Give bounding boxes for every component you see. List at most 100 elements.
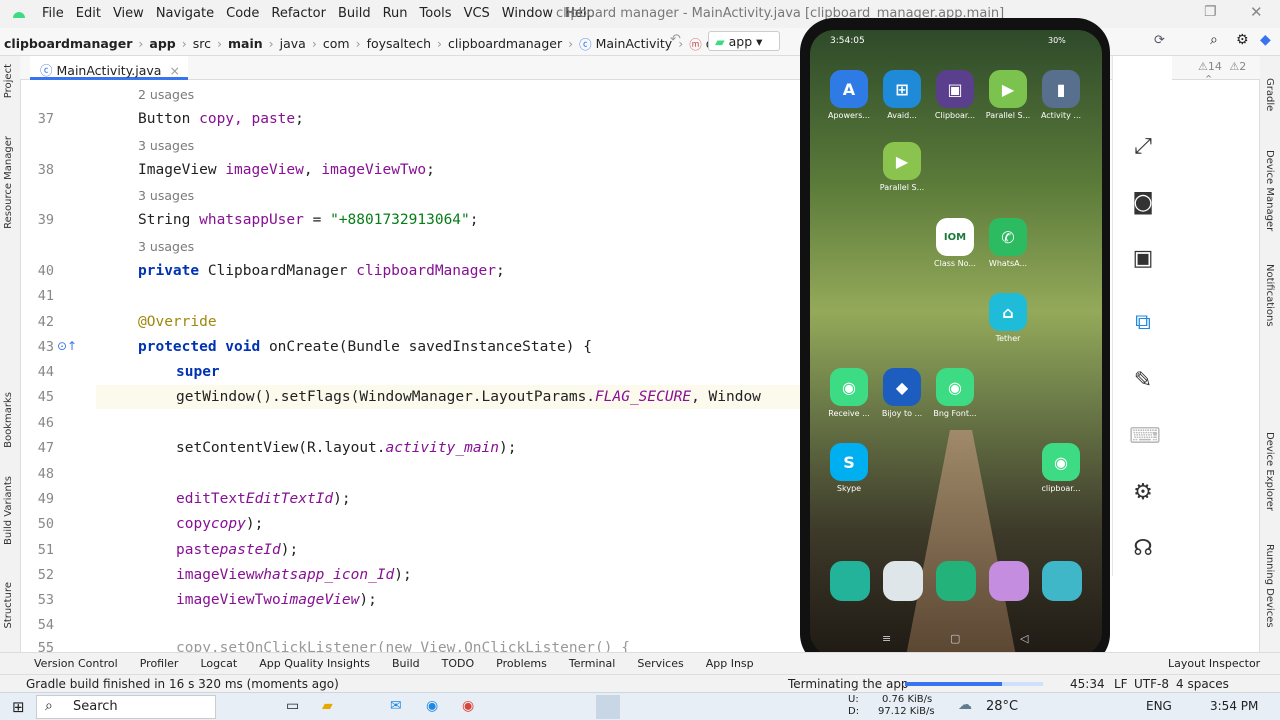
run-config-selector[interactable]: ▰ app ▾: [708, 31, 780, 51]
crumb-main[interactable]: main: [228, 36, 263, 51]
gear-icon[interactable]: ⚙: [1129, 480, 1157, 508]
app-receive[interactable]: ◉ Receive ...: [820, 368, 878, 418]
terminal-tool[interactable]: Terminal: [569, 657, 616, 670]
app-whatsapp[interactable]: ✆ WhatsA...: [979, 218, 1037, 268]
search-icon[interactable]: ⌕: [1210, 32, 1218, 48]
phone-screen[interactable]: 3:54:05 30% A Apowers... ⊞ Avaid... ▣ Clipb…: [810, 30, 1102, 656]
windows-start-icon[interactable]: ⊞: [12, 698, 25, 716]
camera-icon[interactable]: ◙: [1129, 190, 1157, 218]
nav-home-icon[interactable]: ▢: [950, 632, 960, 645]
nav-menu-icon[interactable]: ≡: [882, 632, 891, 645]
screen-record-icon[interactable]: ▣: [1129, 246, 1157, 274]
bookmarks-tool[interactable]: Bookmarks: [3, 392, 14, 448]
menu-view[interactable]: View: [113, 6, 144, 21]
usage-hint[interactable]: 3 usages: [138, 138, 194, 153]
keyboard-icon[interactable]: ⌨: [1129, 424, 1161, 452]
crumb-class[interactable]: MainActivity: [596, 36, 673, 51]
services-tool[interactable]: Services: [637, 657, 683, 670]
chrome-icon[interactable]: ◉: [462, 698, 474, 714]
gear-icon[interactable]: ⚙: [1236, 32, 1249, 48]
device-manager-tool[interactable]: Device Manager: [1264, 150, 1275, 231]
android-studio-task-icon[interactable]: [596, 695, 620, 719]
menu-navigate[interactable]: Navigate: [156, 6, 214, 21]
edge-icon[interactable]: ◉: [426, 698, 438, 714]
crumb-java[interactable]: java: [280, 36, 306, 51]
logcat-tool[interactable]: Logcat: [200, 657, 237, 670]
structure-tool[interactable]: Structure: [3, 582, 14, 629]
indent-setting[interactable]: 4 spaces: [1176, 677, 1229, 691]
app-inspection-tool[interactable]: App Insp: [706, 657, 754, 670]
background-task[interactable]: Terminating the app: [788, 677, 909, 691]
usage-hint[interactable]: 3 usages: [138, 188, 194, 203]
camera-app-icon[interactable]: [883, 561, 923, 601]
app-parallel-space[interactable]: ▶ Parallel S...: [979, 70, 1037, 120]
close-tab-icon[interactable]: ×: [169, 63, 179, 78]
tab-mainactivity[interactable]: ⓒ MainActivity.java ×: [30, 56, 188, 80]
app-class-notes[interactable]: IOM Class No...: [926, 218, 984, 268]
back-arrow-icon[interactable]: ↶: [670, 32, 681, 47]
menu-edit[interactable]: Edit: [76, 6, 101, 21]
sync-icon[interactable]: ⟳: [1154, 33, 1165, 48]
device-explorer-tool[interactable]: Device Explorer: [1264, 432, 1275, 511]
file-explorer-icon[interactable]: ▰: [322, 698, 333, 714]
app-apowers[interactable]: A Apowers...: [820, 70, 878, 120]
crumb-project[interactable]: clipboardmanager: [4, 36, 132, 51]
menu-refactor[interactable]: Refactor: [271, 6, 326, 21]
pen-icon[interactable]: ✎: [1129, 368, 1157, 396]
menu-file[interactable]: File: [42, 6, 64, 21]
app-bng-font[interactable]: ◉ Bng Font...: [926, 368, 984, 418]
crumb-com[interactable]: com: [323, 36, 350, 51]
taskbar-search-box[interactable]: ⌕ Search: [36, 695, 216, 719]
contacts-icon[interactable]: [1042, 561, 1082, 601]
menu-run[interactable]: Run: [383, 6, 408, 21]
restore-window-icon[interactable]: ❐: [1204, 4, 1217, 20]
file-encoding[interactable]: UTF-8: [1134, 677, 1169, 691]
app-parallel-space-2[interactable]: ▶ Parallel S...: [873, 142, 931, 192]
usage-hint[interactable]: 3 usages: [138, 239, 194, 254]
nav-back-icon[interactable]: ◁: [1020, 632, 1028, 645]
project-tool[interactable]: Project: [3, 64, 14, 98]
app-tether[interactable]: ⌂ Tether: [979, 293, 1037, 343]
mail-icon[interactable]: ✉: [390, 698, 402, 714]
problems-tool[interactable]: Problems: [496, 657, 547, 670]
input-language[interactable]: ENG: [1146, 699, 1172, 713]
close-window-icon[interactable]: ✕: [1250, 3, 1263, 21]
usage-hint[interactable]: 2 usages: [138, 87, 194, 102]
override-gutter-icon[interactable]: ⊙↑: [57, 339, 77, 353]
menu-vcs[interactable]: VCS: [464, 6, 490, 21]
gradle-tool[interactable]: Gradle: [1264, 78, 1275, 111]
status-message[interactable]: Gradle build finished in 16 s 320 ms (mo…: [26, 677, 339, 691]
app-clipboard-manager[interactable]: ◉ clipboar...: [1032, 443, 1090, 493]
resource-manager-tool[interactable]: Resource Manager: [3, 136, 14, 229]
phone-dialer-icon[interactable]: [830, 561, 870, 601]
expand-icon[interactable]: ⤢: [1129, 134, 1157, 162]
messages-icon[interactable]: [936, 561, 976, 601]
app-avaid[interactable]: ⊞ Avaid...: [873, 70, 931, 120]
headset-icon[interactable]: ☊: [1129, 536, 1157, 564]
crumb-package[interactable]: clipboardmanager: [448, 36, 562, 51]
menu-tools[interactable]: Tools: [420, 6, 452, 21]
profiler-tool[interactable]: Profiler: [140, 657, 179, 670]
app-activity[interactable]: ▮ Activity ...: [1032, 70, 1090, 120]
system-clock[interactable]: 3:54 PM: [1210, 699, 1258, 713]
app-skype[interactable]: S Skype: [820, 443, 878, 493]
gallery-icon[interactable]: [989, 561, 1029, 601]
app-quality-insights-tool[interactable]: App Quality Insights: [259, 657, 370, 670]
assistant-icon[interactable]: ◆: [1260, 32, 1271, 48]
version-control-tool[interactable]: Version Control: [34, 657, 118, 670]
caret-position[interactable]: 45:34: [1070, 677, 1105, 691]
layout-inspector-tool[interactable]: Layout Inspector: [1168, 657, 1260, 670]
crumb-src[interactable]: src: [193, 36, 211, 51]
menu-code[interactable]: Code: [226, 6, 259, 21]
build-tool[interactable]: Build: [392, 657, 420, 670]
weather-temp[interactable]: 28°C: [986, 699, 1018, 714]
line-separator[interactable]: LF: [1114, 677, 1128, 691]
crumb-foysaltech[interactable]: foysaltech: [367, 36, 431, 51]
build-variants-tool[interactable]: Build Variants: [3, 476, 14, 545]
todo-tool[interactable]: TODO: [442, 657, 475, 670]
running-devices-tool[interactable]: Running Devices: [1264, 544, 1275, 628]
screen-mirror-icon[interactable]: ⧉: [1129, 310, 1157, 338]
menu-window[interactable]: Window: [502, 6, 553, 21]
app-clipboard[interactable]: ▣ Clipboar...: [926, 70, 984, 120]
weather-cloud-icon[interactable]: ☁: [958, 697, 972, 713]
